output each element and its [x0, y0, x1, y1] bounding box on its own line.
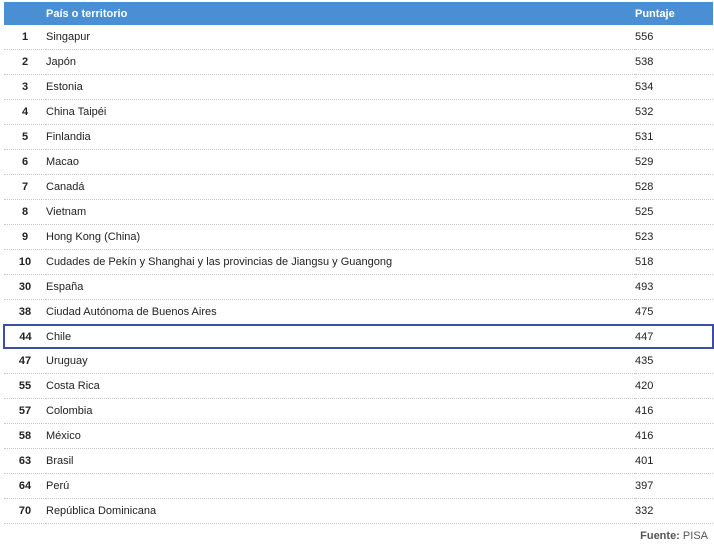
country-cell: Estonia: [46, 74, 635, 100]
header-rank: [4, 2, 46, 25]
country-cell: China Taipéi: [46, 99, 635, 125]
rank-cell: 58: [4, 423, 46, 449]
country-cell: Macao: [46, 149, 635, 175]
score-cell: 529: [635, 149, 713, 175]
rank-cell: 7: [4, 174, 46, 200]
score-cell: 397: [635, 473, 713, 499]
table-row: 70 República Dominicana 332: [4, 498, 713, 524]
table-row: 57 Colombia 416: [4, 398, 713, 424]
country-cell: Japón: [46, 49, 635, 75]
country-cell: Hong Kong (China): [46, 224, 635, 250]
table-row: 2 Japón 538: [4, 49, 713, 75]
table-row: 1 Singapur 556: [4, 25, 713, 50]
score-cell: 401: [635, 448, 713, 474]
table-row: 55 Costa Rica 420: [4, 373, 713, 399]
rank-cell: 64: [4, 473, 46, 499]
country-cell: España: [46, 274, 635, 300]
table-row: 4 China Taipéi 532: [4, 99, 713, 125]
table-row: 5 Finlandia 531: [4, 124, 713, 150]
rank-cell: 63: [4, 448, 46, 474]
country-cell: Cudades de Pekín y Shanghai y las provin…: [46, 249, 635, 275]
table-row: 7 Canadá 528: [4, 174, 713, 200]
table-row: 58 México 416: [4, 423, 713, 449]
header-score: Puntaje: [635, 2, 713, 25]
country-cell: Singapur: [46, 25, 635, 50]
score-cell: 523: [635, 224, 713, 250]
rank-cell: 4: [4, 99, 46, 125]
score-cell: 435: [635, 348, 713, 374]
rank-cell: 6: [4, 149, 46, 175]
score-cell: 531: [635, 124, 713, 150]
table-row: 6 Macao 529: [4, 149, 713, 175]
table-row: 63 Brasil 401: [4, 448, 713, 474]
rank-cell: 30: [4, 274, 46, 300]
country-cell: Brasil: [46, 448, 635, 474]
score-cell: 420: [635, 373, 713, 399]
table-row: 10 Cudades de Pekín y Shanghai y las prov…: [4, 249, 713, 275]
table-header: País o territorio Puntaje: [4, 2, 713, 25]
rank-cell: 9: [4, 224, 46, 250]
score-cell: 538: [635, 49, 713, 75]
source-note: Fuente: PISA: [640, 530, 708, 542]
table-row: 3 Estonia 534: [4, 74, 713, 100]
table-row: 64 Perú 397: [4, 473, 713, 499]
score-cell: 518: [635, 249, 713, 275]
header-row: País o territorio Puntaje: [4, 2, 713, 25]
score-cell: 534: [635, 74, 713, 100]
table-row: 44 Chile 447: [3, 324, 714, 349]
score-cell: 416: [635, 398, 713, 424]
rank-cell: 44: [3, 324, 46, 349]
country-cell: Colombia: [46, 398, 635, 424]
rank-cell: 8: [4, 199, 46, 225]
rank-cell: 10: [4, 249, 46, 275]
table-row: 8 Vietnam 525: [4, 199, 713, 225]
country-cell: Chile: [46, 324, 635, 349]
rank-cell: 55: [4, 373, 46, 399]
score-cell: 556: [635, 25, 713, 50]
ranking-table: País o territorio Puntaje 1 Singapur 556 2 J…: [3, 2, 714, 524]
score-cell: 416: [635, 423, 713, 449]
country-cell: República Dominicana: [46, 498, 635, 524]
header-country: País o territorio: [46, 2, 635, 25]
score-cell: 447: [635, 324, 714, 349]
score-cell: 525: [635, 199, 713, 225]
score-cell: 475: [635, 299, 713, 326]
country-cell: México: [46, 423, 635, 449]
country-cell: Uruguay: [46, 348, 635, 374]
source-value: PISA: [682, 530, 708, 542]
rank-cell: 70: [4, 498, 46, 524]
rank-cell: 2: [4, 49, 46, 75]
country-cell: Canadá: [46, 174, 635, 200]
country-cell: Finlandia: [46, 124, 635, 150]
score-cell: 532: [635, 99, 713, 125]
table-row: 47 Uruguay 435: [4, 348, 713, 374]
country-cell: Ciudad Autónoma de Buenos Aires: [46, 299, 635, 326]
rank-cell: 1: [4, 25, 46, 50]
table-row: 38 Ciudad Autónoma de Buenos Aires 475: [4, 299, 713, 326]
table-row: 30 España 493: [4, 274, 713, 300]
score-cell: 493: [635, 274, 713, 300]
rank-cell: 57: [4, 398, 46, 424]
score-cell: 528: [635, 174, 713, 200]
table-body: 1 Singapur 556 2 Japón 538 3 Estonia 534 4 China T…: [3, 25, 714, 524]
table-row: 9 Hong Kong (China) 523: [4, 224, 713, 250]
country-cell: Perú: [46, 473, 635, 499]
rank-cell: 3: [4, 74, 46, 100]
ranking-page: País o territorio Puntaje 1 Singapur 556 2 J…: [0, 0, 714, 545]
rank-cell: 38: [4, 299, 46, 326]
rank-cell: 47: [4, 348, 46, 374]
source-label: Fuente:: [640, 530, 680, 542]
country-cell: Costa Rica: [46, 373, 635, 399]
rank-cell: 5: [4, 124, 46, 150]
score-cell: 332: [635, 498, 713, 524]
country-cell: Vietnam: [46, 199, 635, 225]
